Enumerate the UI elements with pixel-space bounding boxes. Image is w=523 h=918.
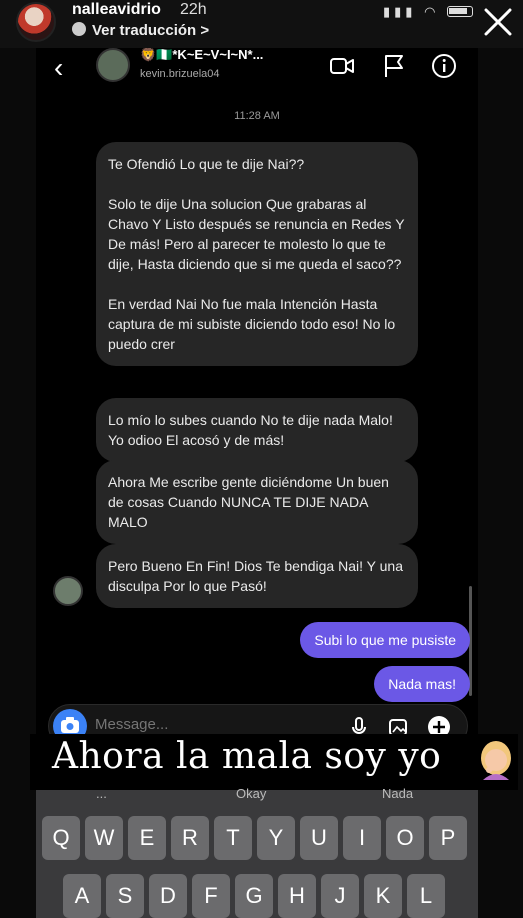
contact-name[interactable]: 🦁🇳🇬*K~E~V~I~N*... xyxy=(140,47,263,63)
battery-icon xyxy=(447,6,474,17)
video-call-icon[interactable] xyxy=(328,52,356,80)
key[interactable]: G xyxy=(235,874,273,918)
info-icon[interactable] xyxy=(430,52,458,80)
story-username[interactable]: nalleavidrio xyxy=(72,1,161,19)
key[interactable]: K xyxy=(364,874,402,918)
key[interactable]: E xyxy=(128,816,166,860)
chevron-right-icon: > xyxy=(200,22,210,39)
message-text: Te Ofendió Lo que te dije Nai?? xyxy=(108,156,305,172)
key[interactable]: S xyxy=(106,874,144,918)
key[interactable]: O xyxy=(386,816,424,860)
key[interactable]: H xyxy=(278,874,316,918)
incoming-message[interactable]: Ahora Me escribe gente diciéndome Un bue… xyxy=(96,460,418,544)
wifi-icon: ◠ xyxy=(424,4,440,19)
message-thread[interactable]: 11:28 AM Te Ofendió Lo que te dije Nai??… xyxy=(36,96,478,736)
message-text: Pero Bueno En Fin! Dios Te bendiga Nai! … xyxy=(108,558,403,594)
predictive-text-bar: ... Okay Nada xyxy=(36,786,478,808)
story-header: nalleavidrio 22h Ver traducción > ▮▮▮ ◠ xyxy=(0,0,523,48)
outgoing-message[interactable]: Nada mas! xyxy=(374,666,470,702)
key[interactable]: L xyxy=(407,874,445,918)
prediction-option[interactable]: Okay xyxy=(236,786,266,801)
story-caption-sticker: Ahora la mala soy yo xyxy=(30,734,518,790)
close-icon[interactable] xyxy=(480,4,516,40)
signal-icon: ▮▮▮ xyxy=(383,4,417,19)
key[interactable]: R xyxy=(171,816,209,860)
contact-avatar[interactable] xyxy=(96,48,130,82)
dm-header: ‹ 🦁🇳🇬*K~E~V~I~N*... kevin.brizuela04 xyxy=(36,44,478,96)
story-avatar[interactable] xyxy=(16,2,56,42)
outgoing-message[interactable]: Subi lo que me pusiste xyxy=(300,622,470,658)
incoming-message[interactable]: Te Ofendió Lo que te dije Nai?? Solo te … xyxy=(96,142,418,366)
chevron-left-icon[interactable]: ‹ xyxy=(54,52,63,84)
translate-link[interactable]: Ver traducción > xyxy=(72,22,209,39)
flag-icon[interactable] xyxy=(380,52,408,80)
message-text: En verdad Nai No fue mala Intención Hast… xyxy=(108,296,396,352)
prediction-option[interactable]: Nada xyxy=(382,786,413,801)
message-text: Lo mío lo subes cuando No te dije nada M… xyxy=(108,412,393,448)
key[interactable]: Y xyxy=(257,816,295,860)
translate-icon xyxy=(72,22,86,36)
key[interactable]: I xyxy=(343,816,381,860)
key[interactable]: Q xyxy=(42,816,80,860)
message-text: Solo te dije Una solucion Que grabaras a… xyxy=(108,196,405,272)
incoming-message[interactable]: Lo mío lo subes cuando No te dije nada M… xyxy=(96,398,418,462)
key[interactable]: F xyxy=(192,874,230,918)
on-screen-keyboard: ... Okay Nada Q W E R T Y U I O P A S D … xyxy=(36,786,478,918)
caption-text: Ahora la mala soy yo xyxy=(52,736,442,777)
key[interactable]: J xyxy=(321,874,359,918)
sender-avatar[interactable] xyxy=(53,576,83,606)
key[interactable]: P xyxy=(429,816,467,860)
status-bar-icons: ▮▮▮ ◠ xyxy=(383,4,474,20)
incoming-message[interactable]: Pero Bueno En Fin! Dios Te bendiga Nai! … xyxy=(96,544,418,608)
key[interactable]: W xyxy=(85,816,123,860)
translate-label: Ver traducción xyxy=(92,22,197,39)
message-text: Ahora Me escribe gente diciéndome Un bue… xyxy=(108,474,389,530)
story-time: 22h xyxy=(180,1,207,18)
key[interactable]: U xyxy=(300,816,338,860)
contact-handle: kevin.brizuela04 xyxy=(140,68,220,80)
message-input[interactable] xyxy=(95,716,295,733)
person-facepalming-emoji xyxy=(481,741,511,780)
message-timestamp: 11:28 AM xyxy=(234,110,280,122)
key[interactable]: D xyxy=(149,874,187,918)
key[interactable]: T xyxy=(214,816,252,860)
key[interactable]: A xyxy=(63,874,101,918)
prediction-option[interactable]: ... xyxy=(96,786,107,801)
